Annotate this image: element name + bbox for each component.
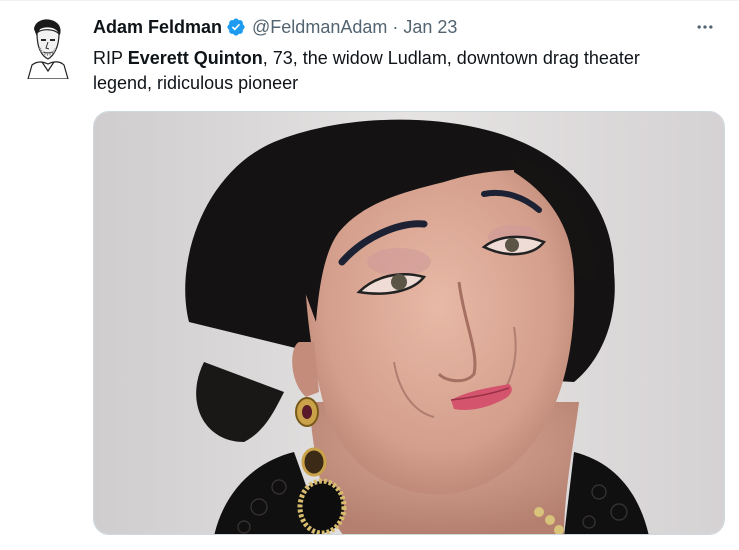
- author-display-name[interactable]: Adam Feldman: [93, 15, 222, 39]
- portrait-photo-icon: [94, 112, 724, 534]
- tweet-header: Adam Feldman @FeldmanAdam · Jan 23: [93, 15, 725, 39]
- tweet-text-prefix: RIP: [93, 48, 128, 68]
- verified-badge-icon[interactable]: [226, 17, 246, 37]
- author-avatar[interactable]: [22, 15, 72, 79]
- separator-dot: ·: [392, 17, 399, 37]
- author-handle[interactable]: @FeldmanAdam: [252, 15, 387, 39]
- tweet-content: Adam Feldman @FeldmanAdam · Jan 23 RIP E…: [93, 15, 725, 96]
- tweet-date[interactable]: Jan 23: [403, 15, 457, 39]
- tweet-text: RIP Everett Quinton, 73, the widow Ludla…: [93, 46, 693, 96]
- tweet-card[interactable]: Adam Feldman @FeldmanAdam · Jan 23 RIP E…: [0, 0, 739, 550]
- tweet-text-bold-name[interactable]: Everett Quinton: [128, 48, 263, 68]
- more-horizontal-icon[interactable]: [691, 15, 719, 39]
- tweet-media-photo[interactable]: [93, 111, 725, 535]
- portrait-sketch-avatar-icon: [22, 15, 72, 79]
